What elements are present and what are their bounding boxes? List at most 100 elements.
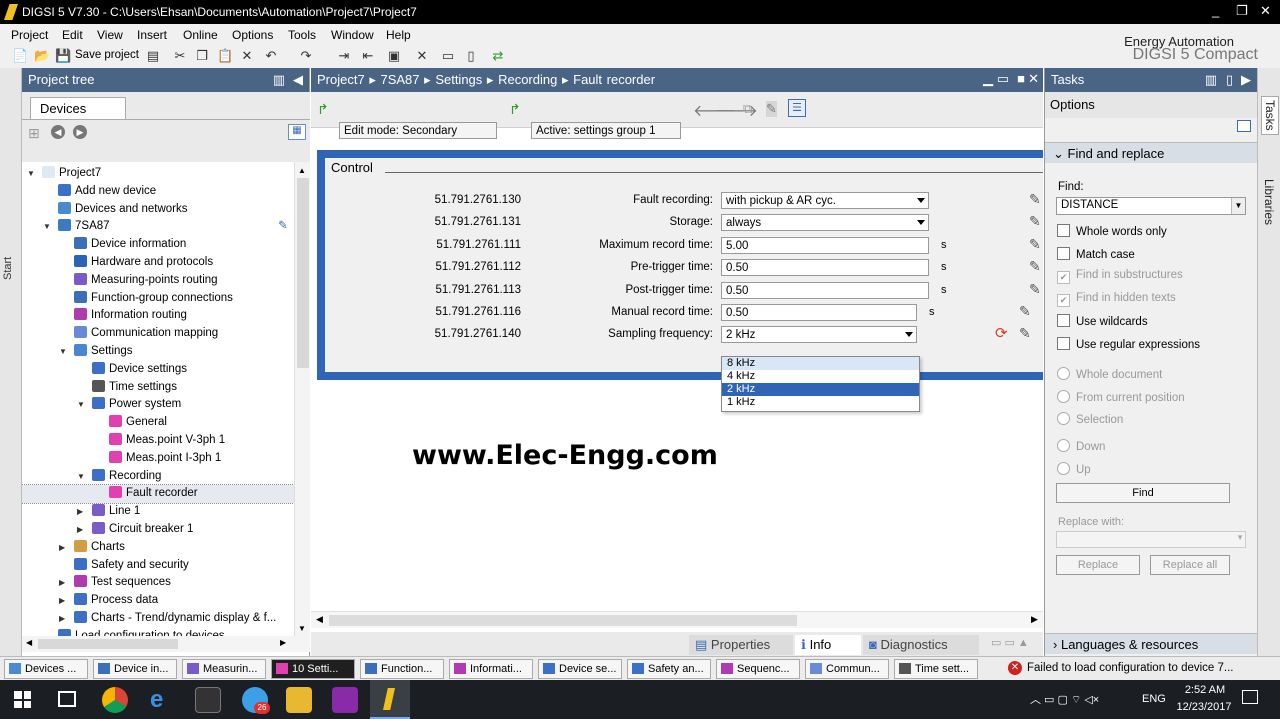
tree-item[interactable]: ▶ Charts bbox=[22, 539, 294, 557]
load-to-device-icon[interactable]: ⇥ bbox=[336, 48, 352, 64]
parameter-value-field[interactable]: with pickup & AR cyc. bbox=[721, 192, 929, 209]
open-project-icon[interactable]: 📂 bbox=[34, 48, 50, 64]
editor-tab[interactable]: Devices ... bbox=[4, 659, 88, 679]
tree-item[interactable]: ▶ Charts - Trend/dynamic display & f... bbox=[22, 610, 294, 628]
windows-start-icon[interactable] bbox=[14, 691, 31, 708]
close-button[interactable]: ✕ bbox=[1260, 3, 1271, 19]
digsi-taskbar-button[interactable] bbox=[370, 680, 410, 719]
menu-tools[interactable]: Tools bbox=[288, 28, 316, 42]
scope-radio[interactable]: Whole document bbox=[1057, 367, 1162, 381]
forward-icon[interactable]: ▶ bbox=[73, 125, 87, 139]
editor-maximize-icon[interactable]: ■ bbox=[1017, 71, 1025, 86]
options-layout-icon[interactable] bbox=[1237, 120, 1251, 132]
tree-item[interactable]: Measuring-points routing bbox=[22, 272, 294, 290]
replace-button[interactable]: Replace bbox=[1056, 555, 1140, 575]
editor-tab[interactable]: Device in... bbox=[93, 659, 177, 679]
compile-icon[interactable]: ▣ bbox=[386, 48, 402, 64]
edit-pencil-icon[interactable]: ✎ bbox=[278, 218, 288, 235]
editor-tab[interactable]: Device se... bbox=[538, 659, 622, 679]
undo-icon[interactable]: ↶ bbox=[263, 48, 279, 64]
parameter-value-field[interactable]: 0.50 bbox=[721, 259, 929, 277]
terminal-icon[interactable] bbox=[195, 687, 221, 713]
scroll-thumb[interactable] bbox=[297, 178, 309, 368]
direction-radio[interactable]: Up bbox=[1057, 461, 1091, 476]
scope-radio[interactable]: Selection bbox=[1057, 412, 1123, 426]
language-indicator[interactable]: ENG bbox=[1142, 693, 1166, 705]
editor-tab[interactable]: Sequenc... bbox=[716, 659, 800, 679]
libraries-vertical-tab[interactable]: Libraries bbox=[1261, 176, 1277, 228]
tree-item[interactable]: Device settings bbox=[22, 361, 294, 379]
scroll-left-icon[interactable]: ◀ bbox=[316, 614, 323, 625]
start-tab[interactable]: Start bbox=[2, 250, 20, 280]
parameter-info-icon[interactable]: ✎ bbox=[1029, 191, 1045, 207]
expand-arrow-icon[interactable]: ▶ bbox=[59, 574, 65, 591]
tree-item[interactable]: Time settings bbox=[22, 379, 294, 397]
editor-horizontal-scrollbar[interactable]: ◀ ▶ bbox=[311, 611, 1043, 628]
tree-item[interactable]: General bbox=[22, 414, 294, 432]
expand-arrow-icon[interactable]: ▼ bbox=[27, 165, 35, 182]
scope-radio[interactable]: From current position bbox=[1057, 389, 1185, 404]
expand-arrow-icon[interactable]: ▼ bbox=[43, 218, 51, 235]
properties-tab[interactable]: ▤ Properties bbox=[689, 635, 793, 655]
find-dropdown-icon[interactable]: ▼ bbox=[1231, 198, 1245, 214]
load-from-device-icon[interactable]: ⇤ bbox=[360, 48, 376, 64]
paste-icon[interactable]: 📋 bbox=[217, 48, 233, 64]
dropdown-option[interactable]: 4 kHz bbox=[722, 370, 919, 383]
direction-radio[interactable]: Down bbox=[1057, 439, 1105, 453]
tree-item[interactable]: ▼ Project7 bbox=[22, 165, 294, 183]
redo-icon[interactable]: ↷ bbox=[298, 48, 314, 64]
file-explorer-icon[interactable] bbox=[286, 687, 312, 713]
parameter-value-field[interactable]: 2 kHz bbox=[721, 326, 917, 344]
parameter-info-icon[interactable]: ✎ bbox=[1029, 281, 1045, 297]
expand-arrow-icon[interactable]: ▶ bbox=[59, 539, 65, 556]
find-input[interactable]: DISTANCE ▼ bbox=[1056, 197, 1246, 215]
tree-item[interactable]: Load configuration to devices bbox=[22, 628, 294, 636]
scroll-down-icon[interactable]: ▼ bbox=[298, 624, 306, 633]
find-button[interactable]: Find bbox=[1056, 483, 1230, 503]
minimize-button[interactable]: _ bbox=[1212, 3, 1219, 18]
crumb-device[interactable]: 7SA87 bbox=[380, 72, 419, 87]
replace-input[interactable]: ▼ bbox=[1056, 531, 1246, 548]
devices-tab[interactable]: Devices bbox=[30, 97, 126, 119]
tree-item[interactable]: Meas.point I-3ph 1 bbox=[22, 450, 294, 468]
tree-vertical-scrollbar[interactable]: ▲ ▼ bbox=[294, 162, 310, 636]
parameter-info-icon[interactable]: ✎ bbox=[1019, 325, 1035, 341]
print-icon[interactable]: ▤ bbox=[145, 48, 161, 64]
editor-minimize-icon[interactable]: ▁ bbox=[983, 71, 993, 87]
dropdown-option[interactable]: 8 kHz bbox=[722, 357, 919, 370]
tree-item[interactable]: ▶ Circuit breaker 1 bbox=[22, 521, 294, 539]
replace-all-button[interactable]: Replace all bbox=[1150, 555, 1230, 575]
menu-help[interactable]: Help bbox=[386, 28, 411, 42]
dropdown-option[interactable]: 2 kHz bbox=[722, 383, 919, 396]
editor-tab[interactable]: Commun... bbox=[805, 659, 889, 679]
tree-item[interactable]: Devices and networks bbox=[22, 201, 294, 219]
expand-arrow-icon[interactable]: ▶ bbox=[77, 521, 83, 538]
split-horizontal-icon[interactable]: ▭ bbox=[440, 48, 456, 64]
action-center-icon[interactable] bbox=[1242, 690, 1258, 704]
find-replace-section[interactable]: ⌄ Find and replace bbox=[1045, 142, 1257, 163]
tree-item[interactable]: Device information bbox=[22, 236, 294, 254]
clock-date[interactable]: 12/23/2017 bbox=[1172, 701, 1236, 713]
tree-item[interactable]: Meas.point V-3ph 1 bbox=[22, 432, 294, 450]
editor-close-icon[interactable]: ✕ bbox=[1028, 71, 1039, 87]
tree-item[interactable]: Communication mapping bbox=[22, 325, 294, 343]
disconnect-icon[interactable]: ✕ bbox=[414, 48, 430, 64]
diagnostics-tab[interactable]: ◙ Diagnostics bbox=[863, 635, 979, 655]
active-settings-group-field[interactable]: Active: settings group 1 bbox=[531, 122, 681, 139]
expand-arrow-icon[interactable]: ▼ bbox=[77, 468, 85, 485]
expand-arrow-icon[interactable]: ▶ bbox=[59, 610, 65, 627]
expand-arrow-icon[interactable]: ▶ bbox=[77, 503, 83, 520]
tree-item[interactable]: Safety and security bbox=[22, 557, 294, 575]
expand-arrow-icon[interactable]: ▼ bbox=[77, 396, 85, 413]
find-option-checkbox[interactable]: Whole words only bbox=[1057, 224, 1167, 238]
tree-item[interactable]: Hardware and protocols bbox=[22, 254, 294, 272]
cut-icon[interactable]: ✂ bbox=[172, 48, 188, 64]
task-view-icon[interactable] bbox=[58, 691, 76, 707]
parameter-info-icon[interactable]: ✎ bbox=[1029, 213, 1045, 229]
tree-item[interactable]: ▼ Settings bbox=[22, 343, 294, 361]
compare-icon[interactable]: ⧉ bbox=[743, 101, 752, 117]
find-option-checkbox[interactable]: Use wildcards bbox=[1057, 314, 1148, 328]
tree-horizontal-scrollbar[interactable]: ◀ ▶ bbox=[22, 636, 310, 652]
collapse-pane-icon[interactable]: ◀ bbox=[293, 72, 303, 88]
chrome-icon[interactable] bbox=[102, 687, 128, 713]
